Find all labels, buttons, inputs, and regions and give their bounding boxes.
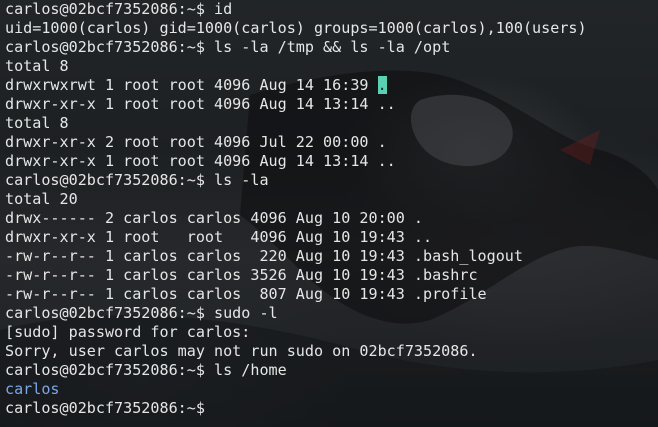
output-line: drwx------ 2 carlos carlos 4096 Aug 10 2… — [5, 209, 424, 227]
command-text: ls -la — [204, 171, 269, 189]
highlighted-entry: . — [377, 76, 387, 94]
shell-prompt: carlos@02bcf7352086:~$ — [5, 38, 205, 56]
output-line: -rw-r--r-- 1 carlos carlos 3526 Aug 10 1… — [5, 266, 478, 284]
shell-prompt: carlos@02bcf7352086:~$ — [5, 304, 205, 322]
command-line: carlos@02bcf7352086:~$ sudo -l — [5, 304, 587, 323]
command-line: carlos@02bcf7352086:~$ ls /home — [5, 361, 587, 380]
shell-prompt: carlos@02bcf7352086:~$ — [5, 171, 205, 189]
output-line: -rw-r--r-- 1 carlos carlos 807 Aug 10 19… — [5, 285, 487, 303]
directory-name: carlos — [5, 380, 60, 398]
output-line: total 8 — [5, 114, 69, 132]
output-line: drwxr-xr-x 1 root root 4096 Aug 14 13:14… — [5, 152, 396, 170]
shell-prompt: carlos@02bcf7352086:~$ — [5, 361, 205, 379]
command-line: carlos@02bcf7352086:~$ — [5, 399, 587, 418]
command-line: carlos@02bcf7352086:~$ ls -la — [5, 171, 587, 190]
command-line: carlos@02bcf7352086:~$ ls -la /tmp && ls… — [5, 38, 587, 57]
output-line: Sorry, user carlos may not run sudo on 0… — [5, 342, 478, 360]
terminal-output: carlos@02bcf7352086:~$ id uid=1000(carlos… — [5, 0, 587, 418]
command-text: ls -la /tmp && ls -la /opt — [204, 38, 451, 56]
output-line: total 8 — [5, 57, 69, 75]
output-line: uid=1000(carlos) gid=1000(carlos) groups… — [5, 19, 587, 37]
output-line: [sudo] password for carlos: — [5, 323, 251, 341]
command-text: sudo -l — [204, 304, 278, 322]
directory-listing: carlos — [5, 380, 587, 399]
output-text: drwxrwxrwt 1 root root 4096 Aug 14 16:39 — [5, 76, 378, 94]
command-text: id — [204, 0, 233, 18]
shell-prompt: carlos@02bcf7352086:~$ — [5, 0, 205, 18]
output-line: drwxr-xr-x 1 root root 4096 Aug 10 19:43… — [5, 228, 433, 246]
output-line: drwxrwxrwt 1 root root 4096 Aug 14 16:39… — [5, 76, 587, 95]
output-line: drwxr-xr-x 2 root root 4096 Jul 22 00:00… — [5, 133, 387, 151]
command-line: carlos@02bcf7352086:~$ id — [5, 0, 587, 19]
terminal-window[interactable]: carlos@02bcf7352086:~$ id uid=1000(carlos… — [0, 0, 658, 427]
shell-prompt: carlos@02bcf7352086:~$ — [5, 399, 205, 417]
output-line: total 20 — [5, 190, 78, 208]
output-line: drwxr-xr-x 1 root root 4096 Aug 14 13:14… — [5, 95, 396, 113]
command-text: ls /home — [204, 361, 287, 379]
output-line: -rw-r--r-- 1 carlos carlos 220 Aug 10 19… — [5, 247, 523, 265]
